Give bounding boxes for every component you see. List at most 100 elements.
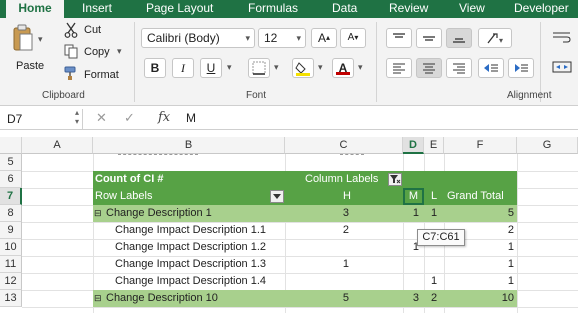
tab-page-layout[interactable]: Page Layout <box>146 0 213 18</box>
copy-button[interactable]: Copy <box>84 46 110 58</box>
cut-button[interactable]: Cut <box>84 24 101 36</box>
pivot-value-field[interactable]: Count of CI # <box>95 171 245 188</box>
pivot-grand-total-header[interactable]: Grand Total <box>447 188 515 205</box>
tab-insert[interactable]: Insert <box>82 0 112 18</box>
range-tooltip: C7:C61 <box>417 229 465 246</box>
pivot-row-label[interactable]: Change Impact Description 1.3 <box>115 256 285 273</box>
pivot-cell-total[interactable]: 1 <box>444 273 514 290</box>
align-left-button[interactable] <box>386 58 412 78</box>
fill-color-button[interactable] <box>292 58 314 78</box>
pivot-row-label[interactable]: Change Impact Description 1.2 <box>115 239 285 256</box>
align-bottom-button[interactable] <box>446 28 472 48</box>
fill-color-dropdown-icon[interactable]: ▾ <box>318 62 323 73</box>
collapse-icon[interactable]: ⊟ <box>94 290 104 307</box>
pivot-cell-h[interactable]: 2 <box>285 222 349 239</box>
svg-text:▾: ▾ <box>499 36 503 45</box>
pivot-cell-l[interactable]: 1 <box>424 205 444 222</box>
row-header-8[interactable]: 8 <box>0 205 22 222</box>
paste-icon[interactable] <box>12 24 34 54</box>
font-family-select[interactable]: Calibri (Body) ▾ <box>141 28 255 48</box>
name-box[interactable]: D7 ▴ ▾ <box>3 108 83 129</box>
pivot-cell-h[interactable]: 5 <box>285 290 349 307</box>
clipboard-group-label: Clipboard <box>42 90 85 101</box>
tab-view[interactable]: View <box>459 0 485 18</box>
name-box-stepper-icon[interactable]: ▴ ▾ <box>75 108 79 126</box>
insert-function-icon[interactable]: fx <box>158 110 170 125</box>
align-top-button[interactable] <box>386 28 412 48</box>
paste-dropdown-icon[interactable]: ▾ <box>38 34 43 45</box>
pivot-cell-l[interactable]: 1 <box>424 273 444 290</box>
column-header-f[interactable]: F <box>444 137 517 154</box>
cancel-icon[interactable]: ✕ <box>96 110 107 126</box>
cut-icon[interactable] <box>64 22 78 38</box>
pivot-column-m[interactable]: M <box>405 188 422 205</box>
pivot-row-label[interactable]: Change Description 10 <box>106 290 276 307</box>
italic-button[interactable]: I <box>172 58 194 78</box>
formula-input[interactable]: M <box>186 111 196 125</box>
row-header-11[interactable]: 11 <box>0 256 22 273</box>
tab-data[interactable]: Data <box>332 0 357 18</box>
row-header-10[interactable]: 10 <box>0 239 22 256</box>
tab-review[interactable]: Review <box>389 0 428 18</box>
bold-button[interactable]: B <box>144 58 166 78</box>
row-labels-filter-button[interactable] <box>270 190 284 203</box>
underline-dropdown-icon[interactable]: ▾ <box>227 62 232 73</box>
copy-dropdown-icon[interactable]: ▾ <box>117 46 122 57</box>
decrease-indent-button[interactable] <box>478 58 504 78</box>
increase-font-size-button[interactable]: A▴ <box>311 28 337 48</box>
format-painter-icon[interactable] <box>64 66 80 81</box>
row-header-7[interactable]: 7 <box>0 188 22 205</box>
row-header-6[interactable]: 6 <box>0 171 22 188</box>
tab-developer[interactable]: Developer <box>514 0 569 18</box>
pivot-cell-m[interactable]: 1 <box>403 205 419 222</box>
align-middle-button[interactable] <box>416 28 442 48</box>
underline-button[interactable]: U <box>200 58 222 78</box>
column-header-e[interactable]: E <box>424 137 444 154</box>
column-header-c[interactable]: C <box>285 137 403 154</box>
pivot-cell-l[interactable]: 2 <box>424 290 444 307</box>
pivot-row-label[interactable]: Change Impact Description 1.1 <box>115 222 285 239</box>
pivot-cell-m[interactable]: 3 <box>403 290 419 307</box>
borders-dropdown-icon[interactable]: ▾ <box>274 62 279 73</box>
select-all-corner[interactable] <box>0 137 22 154</box>
worksheet-grid[interactable]: A B C D E F G 5 6 7 8 9 10 11 12 13 Coun… <box>0 137 578 313</box>
column-header-b[interactable]: B <box>93 137 285 154</box>
wrap-text-icon[interactable] <box>552 30 572 44</box>
borders-button[interactable] <box>248 58 270 78</box>
column-header-g[interactable]: G <box>517 137 578 154</box>
pivot-column-h[interactable]: H <box>340 188 354 205</box>
pivot-cell-h[interactable]: 3 <box>285 205 349 222</box>
row-header-9[interactable]: 9 <box>0 222 22 239</box>
pivot-row-label[interactable]: Change Impact Description 1.4 <box>115 273 285 290</box>
pivot-cell-total[interactable]: 10 <box>444 290 514 307</box>
orientation-button[interactable]: ▾ <box>478 28 512 48</box>
copy-icon[interactable] <box>64 44 78 59</box>
tab-formulas[interactable]: Formulas <box>248 0 298 18</box>
column-header-d[interactable]: D <box>403 137 424 154</box>
font-color-dropdown-icon[interactable]: ▾ <box>358 62 363 73</box>
font-color-button[interactable]: A <box>332 58 354 78</box>
row-header-12[interactable]: 12 <box>0 273 22 290</box>
pivot-row-label[interactable]: Change Description 1 <box>106 205 276 222</box>
increase-indent-button[interactable] <box>508 58 534 78</box>
column-labels-filter-button[interactable] <box>388 173 402 186</box>
pivot-cell-h[interactable]: 1 <box>285 256 349 273</box>
format-painter-button[interactable]: Format <box>84 69 119 81</box>
merge-center-icon[interactable] <box>552 60 572 74</box>
pivot-row-labels[interactable]: Row Labels <box>95 188 245 205</box>
align-center-button[interactable] <box>416 58 442 78</box>
pivot-cell-total[interactable]: 1 <box>444 256 514 273</box>
row-header-13[interactable]: 13 <box>0 290 22 307</box>
column-header-a[interactable]: A <box>22 137 93 154</box>
tab-home[interactable]: Home <box>6 0 64 18</box>
row-header-5[interactable]: 5 <box>0 154 22 171</box>
pivot-cell-total[interactable]: 5 <box>444 205 514 222</box>
pivot-column-l[interactable]: L <box>426 188 442 205</box>
align-right-button[interactable] <box>446 58 472 78</box>
decrease-font-size-button[interactable]: A▾ <box>340 28 366 48</box>
paste-button[interactable]: Paste <box>16 60 44 72</box>
pivot-column-labels[interactable]: Column Labels <box>305 171 385 188</box>
collapse-icon[interactable]: ⊟ <box>94 205 104 222</box>
enter-icon[interactable]: ✓ <box>124 110 135 126</box>
font-size-select[interactable]: 12 ▾ <box>258 28 306 48</box>
